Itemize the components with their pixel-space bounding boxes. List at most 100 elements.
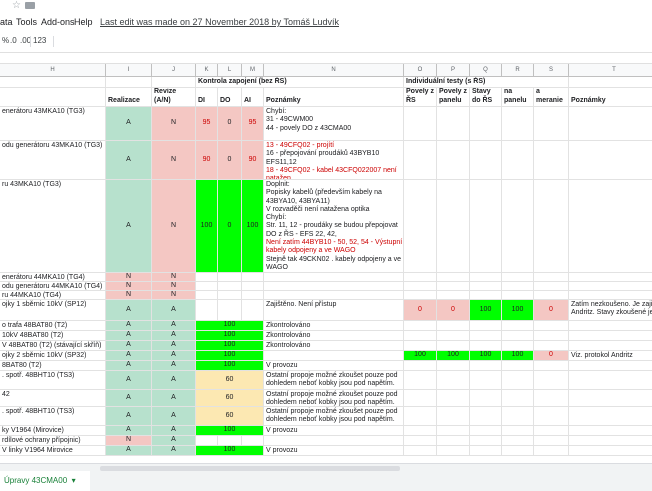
cell-revize[interactable]: N: [152, 107, 196, 140]
cell-q[interactable]: [470, 282, 502, 290]
header-povely-rs[interactable]: Povely z ŘS: [404, 88, 437, 106]
cell-p[interactable]: [437, 390, 470, 406]
cell-revize[interactable]: N: [152, 141, 196, 179]
cell-description[interactable]: 42: [0, 390, 106, 406]
cell-test-s[interactable]: 0: [534, 351, 569, 360]
column-header-o[interactable]: O: [404, 64, 437, 77]
cell-p[interactable]: [437, 291, 470, 299]
cell-poznamky-2[interactable]: [569, 180, 652, 272]
cell-o[interactable]: [404, 273, 437, 281]
cell-r[interactable]: [502, 331, 534, 340]
cell-poznamky[interactable]: Doplnit: Popisky kabelů (především kabely…: [264, 180, 404, 272]
cell-o[interactable]: [404, 331, 437, 340]
cell-realizace[interactable]: A: [106, 407, 152, 425]
cell-l[interactable]: [218, 273, 242, 281]
cell-q[interactable]: [470, 107, 502, 140]
cell-ai[interactable]: 100: [242, 180, 264, 272]
cell-description[interactable]: enerátoru 44MKA10 (TG4): [0, 273, 106, 281]
cell-p[interactable]: [437, 436, 470, 445]
cell-o[interactable]: [404, 371, 437, 389]
cell-poznamky-2[interactable]: Zatím nezkoušeno. Je zajiš Andritz. Stavy…: [569, 300, 652, 320]
cell-o[interactable]: [404, 180, 437, 272]
cell-k[interactable]: [196, 282, 218, 290]
cell-realizace[interactable]: A: [106, 371, 152, 389]
cell-q[interactable]: [470, 407, 502, 425]
cell-o[interactable]: [404, 141, 437, 179]
cell-o[interactable]: [404, 446, 437, 455]
cell-p[interactable]: [437, 321, 470, 330]
column-header-s[interactable]: S: [534, 64, 569, 77]
cell-r[interactable]: [502, 141, 534, 179]
cell-poznamky[interactable]: Ostatní propoje možné zkoušet pouze pod d…: [264, 407, 404, 425]
cell-test-o[interactable]: 100: [404, 351, 437, 360]
header-stavy-panel[interactable]: Stavy na panelu: [502, 88, 534, 106]
cell-revize[interactable]: A: [152, 361, 196, 370]
cell-q[interactable]: [470, 331, 502, 340]
cell-j[interactable]: [152, 77, 196, 87]
cell-m[interactable]: [242, 436, 264, 445]
cell-poznamky-2[interactable]: [569, 107, 652, 140]
cell-realizace[interactable]: A: [106, 426, 152, 435]
cell-poznamky[interactable]: Ostatní propoje možné zkoušet pouze pod d…: [264, 371, 404, 389]
cell-test-s[interactable]: 0: [534, 300, 569, 320]
cell-s[interactable]: [534, 371, 569, 389]
cell-poznamky[interactable]: [264, 436, 404, 445]
cell-ai[interactable]: 95: [242, 107, 264, 140]
cell-m[interactable]: [242, 282, 264, 290]
cell-test-p[interactable]: 100: [437, 351, 470, 360]
header-ai[interactable]: AI: [242, 88, 264, 106]
cell-test-o[interactable]: 0: [404, 300, 437, 320]
cell-s[interactable]: [534, 180, 569, 272]
horizontal-scrollbar[interactable]: [100, 466, 400, 471]
chevron-down-icon[interactable]: ▾: [69, 476, 76, 485]
cell-o[interactable]: [404, 282, 437, 290]
cell-r[interactable]: [502, 341, 534, 350]
cell-s[interactable]: [534, 107, 569, 140]
cell-q[interactable]: [470, 291, 502, 299]
cell-di[interactable]: 90: [196, 141, 218, 179]
cell-q[interactable]: [470, 371, 502, 389]
menu-data[interactable]: ata: [0, 17, 13, 27]
star-icon[interactable]: ☆: [12, 0, 21, 11]
column-header-k[interactable]: K: [196, 64, 218, 77]
cell-description[interactable]: ojky 2 sběrnic 10kV (SP32): [0, 351, 106, 360]
cell-poznamky[interactable]: [264, 282, 404, 290]
cell-description[interactable]: rdílové ochrany přípojnic): [0, 436, 106, 445]
cell-s[interactable]: [534, 331, 569, 340]
cell-o[interactable]: [404, 426, 437, 435]
cell-s[interactable]: [534, 407, 569, 425]
cell-poznamky-2[interactable]: [569, 446, 652, 455]
cell-s[interactable]: [534, 291, 569, 299]
cell-poznamky-2[interactable]: [569, 331, 652, 340]
cell-p[interactable]: [437, 107, 470, 140]
header-poznamky-2[interactable]: Poznámky: [569, 88, 652, 106]
cell-description[interactable]: 10kV 48BAT80 (T2): [0, 331, 106, 340]
cell-realizace[interactable]: N: [106, 291, 152, 299]
column-header-q[interactable]: Q: [470, 64, 502, 77]
header-poznamky[interactable]: Poznámky: [264, 88, 404, 106]
cell-poznamky[interactable]: Zkontrolováno: [264, 321, 404, 330]
cell-revize[interactable]: N: [152, 180, 196, 272]
cell-poznamky-2[interactable]: [569, 341, 652, 350]
cell-o[interactable]: [404, 321, 437, 330]
header-povely-panel[interactable]: Povely z panelu: [437, 88, 470, 106]
cell-q[interactable]: [470, 436, 502, 445]
column-header-i[interactable]: I: [106, 64, 152, 77]
cell-p[interactable]: [437, 407, 470, 425]
cell-poznamky-2[interactable]: [569, 390, 652, 406]
cell-r[interactable]: [502, 436, 534, 445]
cell-kontrola-merged[interactable]: 100: [196, 361, 264, 370]
cell-description[interactable]: ky V1964 (Mirovice): [0, 426, 106, 435]
cell-poznamky-2[interactable]: [569, 273, 652, 281]
cell-test-p[interactable]: 0: [437, 300, 470, 320]
cell-kontrola-merged[interactable]: 60: [196, 390, 264, 406]
cell-q[interactable]: [470, 273, 502, 281]
cell-realizace[interactable]: A: [106, 446, 152, 455]
cell-p[interactable]: [437, 446, 470, 455]
cell-revize[interactable]: A: [152, 371, 196, 389]
cell-realizace[interactable]: N: [106, 282, 152, 290]
cell-description[interactable]: V linky V1964 Mirovice: [0, 446, 106, 455]
cell-ai[interactable]: 90: [242, 141, 264, 179]
cell-poznamky-2[interactable]: [569, 282, 652, 290]
cell-realizace[interactable]: A: [106, 107, 152, 140]
